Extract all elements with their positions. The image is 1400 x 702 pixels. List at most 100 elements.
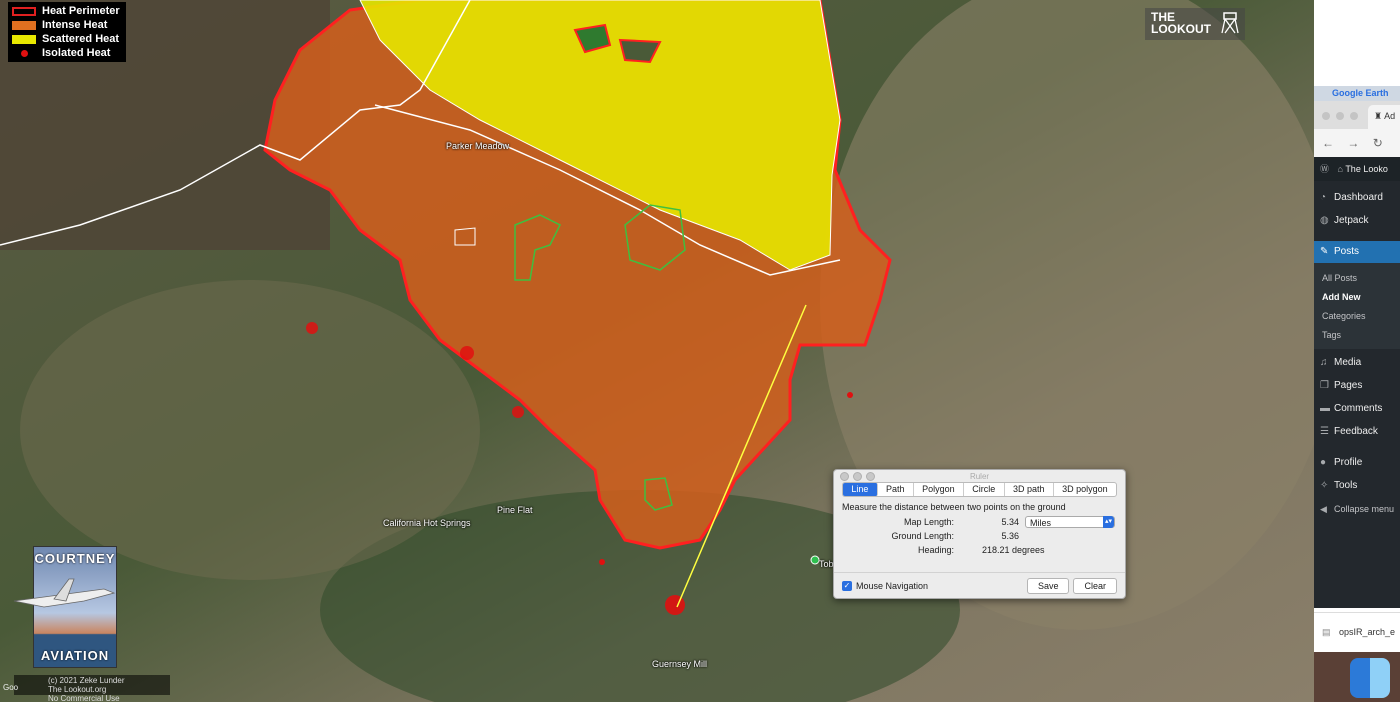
isolated-heat-spot [460,346,474,360]
copyright-box: (c) 2021 Zeke Lunder The Lookout.org No … [14,675,170,702]
ruler-tabs: Line Path Polygon Circle 3D path 3D poly… [842,482,1117,497]
isolated-heat-spot [306,322,318,334]
tab-3d-polygon[interactable]: 3D polygon [1054,483,1116,496]
ruler-titlebar[interactable]: Ruler [834,470,1125,482]
browser-tab-label: Ad [1384,111,1396,121]
isolated-heat-spot [512,406,524,418]
sidebar-item-dashboard[interactable]: ◔ Dashboard [1314,187,1400,209]
sidebar-item-comments[interactable]: ▬ Comments [1314,398,1400,420]
google-earth-tab-bar[interactable]: Google Earth [1314,86,1400,101]
sidebar-item-label: Jetpack [1334,215,1369,226]
terrain-valley [20,280,480,580]
user-icon: ● [1320,457,1327,468]
place-label-parker-meadow: Parker Meadow [446,141,510,151]
isolated-heat-spot [847,392,853,398]
sidebar-item-label: Posts [1334,246,1360,257]
sidebar-item-feedback[interactable]: ☰ Feedback [1314,421,1400,443]
finder-icon[interactable] [1350,658,1390,698]
place-label-pine-flat: Pine Flat [497,505,533,515]
sidebar-item-label: Profile [1334,457,1363,468]
browser-tab[interactable]: ♜ Ad [1368,105,1400,129]
unit-selected-value: Miles [1030,518,1052,528]
minimize-window-icon[interactable] [1336,112,1344,120]
sidebar-item-posts[interactable]: ✎ Posts [1314,241,1400,263]
ruler-footer: ✓ Mouse Navigation Save Clear [834,572,1125,598]
sidebar-item-label: Collapse menu [1334,504,1395,514]
scattered-swatch [12,34,36,44]
tab-3d-path[interactable]: 3D path [1005,483,1054,496]
sidebar-item-profile[interactable]: ● Profile [1314,452,1400,474]
tab-line[interactable]: Line [843,483,878,496]
sidebar-item-media[interactable]: ♫ Media [1314,352,1400,374]
pin-icon: ✎ [1320,246,1329,257]
sidebar-item-tools[interactable]: ✧ Tools [1314,475,1400,497]
ruler-description: Measure the distance between two points … [842,502,1066,512]
isolated-heat-spot [599,559,605,565]
sidebar-item-label: Pages [1334,380,1363,391]
back-arrow-icon[interactable]: ← [1322,136,1334,150]
google-attribution: Goo [3,683,19,692]
ground-length-label: Ground Length: [891,531,954,541]
submenu-tags[interactable]: Tags [1322,330,1341,340]
logo-bottom-text: AVIATION [40,648,110,663]
mac-dock [1314,652,1400,702]
sidebar-item-label: Comments [1334,403,1383,414]
ground-length-value: 5.36 [1001,531,1019,541]
home-icon: ⌂ [1337,164,1343,174]
heading-value: 218.21 degrees [982,545,1045,555]
sidebar-item-label: Dashboard [1334,192,1383,203]
lookout-tower-icon [1221,12,1239,34]
sidebar-item-collapse[interactable]: ◀ Collapse menu [1314,498,1400,520]
isolated-heat-spot [665,595,685,615]
perimeter-swatch [12,6,36,16]
download-item[interactable]: ▤ opsIR_arch_e [1314,612,1400,650]
submenu-all-posts[interactable]: All Posts [1322,273,1357,283]
legend-item-scattered-heat: Scattered Heat [12,32,120,46]
submenu-categories[interactable]: Categories [1322,311,1366,321]
sidebar-item-pages[interactable]: ❐ Pages [1314,375,1400,397]
legend-label: Intense Heat [42,19,108,31]
legend-item-intense-heat: Intense Heat [12,18,120,32]
place-marker-icon[interactable] [810,555,820,565]
mouse-navigation-label: Mouse Navigation [856,580,929,591]
map-view[interactable]: Heat Perimeter Intense Heat Scattered He… [0,0,1314,702]
heading-label: Heading: [917,545,954,555]
the-lookout-logo: THE LOOKOUT [1145,8,1245,40]
browser-side-window: Google Earth ♜ Ad ← → ↻ Ⓦ ⌂ The Looko ◔ D… [1314,0,1400,702]
zoom-window-icon[interactable] [1350,112,1358,120]
close-window-icon[interactable] [1322,112,1330,120]
lookout-favicon-icon: ♜ [1374,111,1383,121]
ruler-dialog[interactable]: Ruler Line Path Polygon Circle 3D path 3… [833,469,1126,599]
wordpress-admin-menu: Ⓦ ⌂ The Looko ◔ Dashboard ◍ Jetpack ✎ Posts… [1314,157,1400,608]
tab-path[interactable]: Path [878,483,914,496]
reload-icon[interactable]: ↻ [1373,136,1383,150]
tab-polygon[interactable]: Polygon [914,483,964,496]
legend-item-heat-perimeter: Heat Perimeter [12,4,120,18]
sidebar-item-jetpack[interactable]: ◍ Jetpack [1314,210,1400,232]
logo-top-text: COURTNEY [34,551,116,566]
map-length-value: 5.34 [1001,517,1019,527]
map-length-row: Map Length: 5.34 Miles ▴▾ [834,515,1125,529]
copyright-line: No Commercial Use [48,694,120,702]
legend-label: Heat Perimeter [42,5,120,17]
sidebar-item-label: Media [1334,357,1362,368]
download-file-name: opsIR_arch_e [1339,627,1396,637]
mouse-navigation-checkbox[interactable]: ✓ [842,580,852,591]
submenu-add-new[interactable]: Add New [1322,292,1361,302]
wp-site-name[interactable]: The Looko [1345,164,1388,174]
legend-label: Scattered Heat [42,33,120,45]
clear-button[interactable]: Clear [1073,577,1117,594]
copyright-line: (c) 2021 Zeke Lunder [48,676,125,685]
save-button[interactable]: Save [1026,577,1070,594]
jetpack-icon: ◍ [1320,215,1329,226]
dashboard-icon: ◔ [1320,192,1327,203]
wordpress-logo-icon[interactable]: Ⓦ [1320,164,1329,174]
google-earth-tab-label: Google Earth [1332,88,1389,98]
forward-arrow-icon[interactable]: → [1347,136,1359,150]
tab-circle[interactable]: Circle [964,483,1005,496]
file-icon: ▤ [1322,627,1331,637]
unit-select[interactable]: Miles ▴▾ [1025,516,1115,528]
pages-icon: ❐ [1320,380,1329,391]
intense-swatch [12,20,36,30]
legend-label: Isolated Heat [42,47,111,59]
